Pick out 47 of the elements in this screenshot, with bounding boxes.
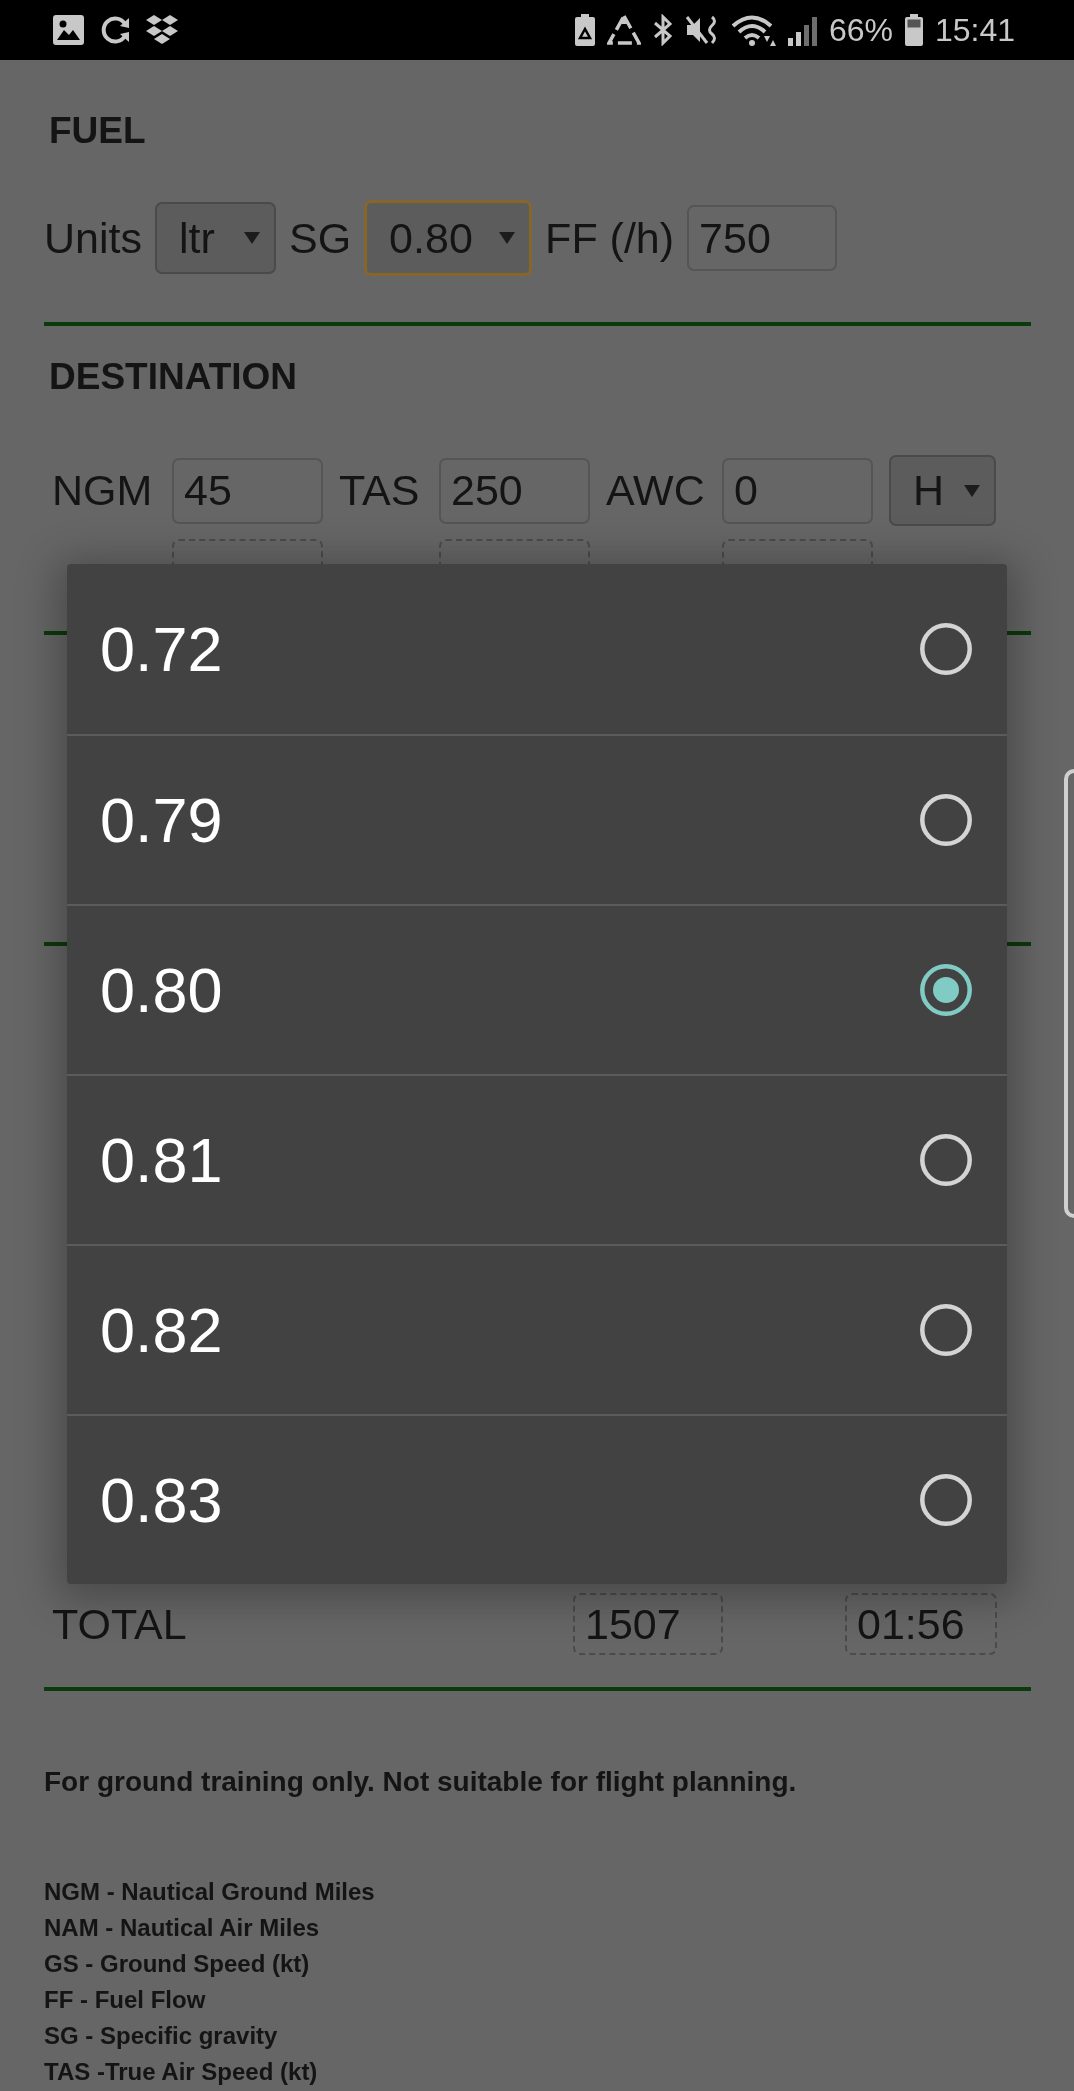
- glossary-line: NAM - Nautical Air Miles: [44, 1913, 321, 1943]
- sg-option[interactable]: 0.79: [67, 734, 1007, 904]
- sg-option[interactable]: 0.72: [67, 564, 1007, 734]
- sg-option[interactable]: 0.81: [67, 1074, 1007, 1244]
- output-field: 01:56: [845, 1593, 997, 1655]
- bluetooth-icon: [651, 14, 674, 46]
- battery-recycle-icon: [573, 14, 596, 46]
- glossary-line: GS - Ground Speed (kt): [44, 1949, 311, 1979]
- caret-icon: [964, 484, 980, 497]
- field-label: NGM: [52, 469, 154, 512]
- field-label: AWC: [606, 469, 706, 512]
- section-heading: FUEL: [48, 109, 147, 153]
- caret-icon: [499, 232, 516, 244]
- caret-icon: [243, 232, 260, 244]
- field-label: FF (/h): [545, 216, 675, 260]
- sync-icon: [100, 15, 129, 45]
- scrollbar-thumb[interactable]: [1064, 769, 1074, 1218]
- input-field[interactable]: 250: [439, 457, 590, 524]
- section-heading: DESTINATION: [48, 355, 299, 399]
- clock-time: 15:41: [934, 14, 1015, 46]
- field-label: TAS: [339, 469, 421, 512]
- battery-percent: 66%: [828, 14, 893, 46]
- glossary-line: SG - Specific gravity: [44, 2021, 279, 2051]
- row-label: TOTAL: [52, 1602, 188, 1646]
- input-field[interactable]: 750: [687, 205, 838, 271]
- sg-option[interactable]: 0.83: [67, 1414, 1007, 1584]
- signal-icon: [786, 14, 818, 46]
- disclaimer-text: For ground training only. Not suitable for flight planning.: [44, 1766, 798, 1798]
- sg-option[interactable]: 0.82: [67, 1244, 1007, 1414]
- wifi-icon: [729, 14, 776, 46]
- image-icon: [53, 15, 84, 45]
- glossary-line: NGM - Nautical Ground Miles: [44, 1877, 376, 1907]
- dropdown[interactable]: H: [889, 455, 996, 526]
- recycle-icon: [606, 14, 641, 46]
- input-field[interactable]: 0: [722, 457, 873, 524]
- field-label: Units: [44, 216, 142, 260]
- sg-option[interactable]: 0.80: [67, 904, 1007, 1074]
- output-field: 1507: [573, 1593, 723, 1655]
- battery-icon: [903, 14, 924, 46]
- dropdown[interactable]: ltr: [154, 202, 276, 274]
- dropdown[interactable]: 0.80: [364, 200, 533, 276]
- field-label: SG: [288, 216, 352, 260]
- glossary-line: FF - Fuel Flow: [44, 1985, 207, 2015]
- diamonds-icon: [145, 15, 179, 45]
- input-field[interactable]: 45: [172, 457, 323, 524]
- speaker-muted-icon: [684, 14, 719, 46]
- glossary-line: TAS -True Air Speed (kt): [44, 2057, 319, 2087]
